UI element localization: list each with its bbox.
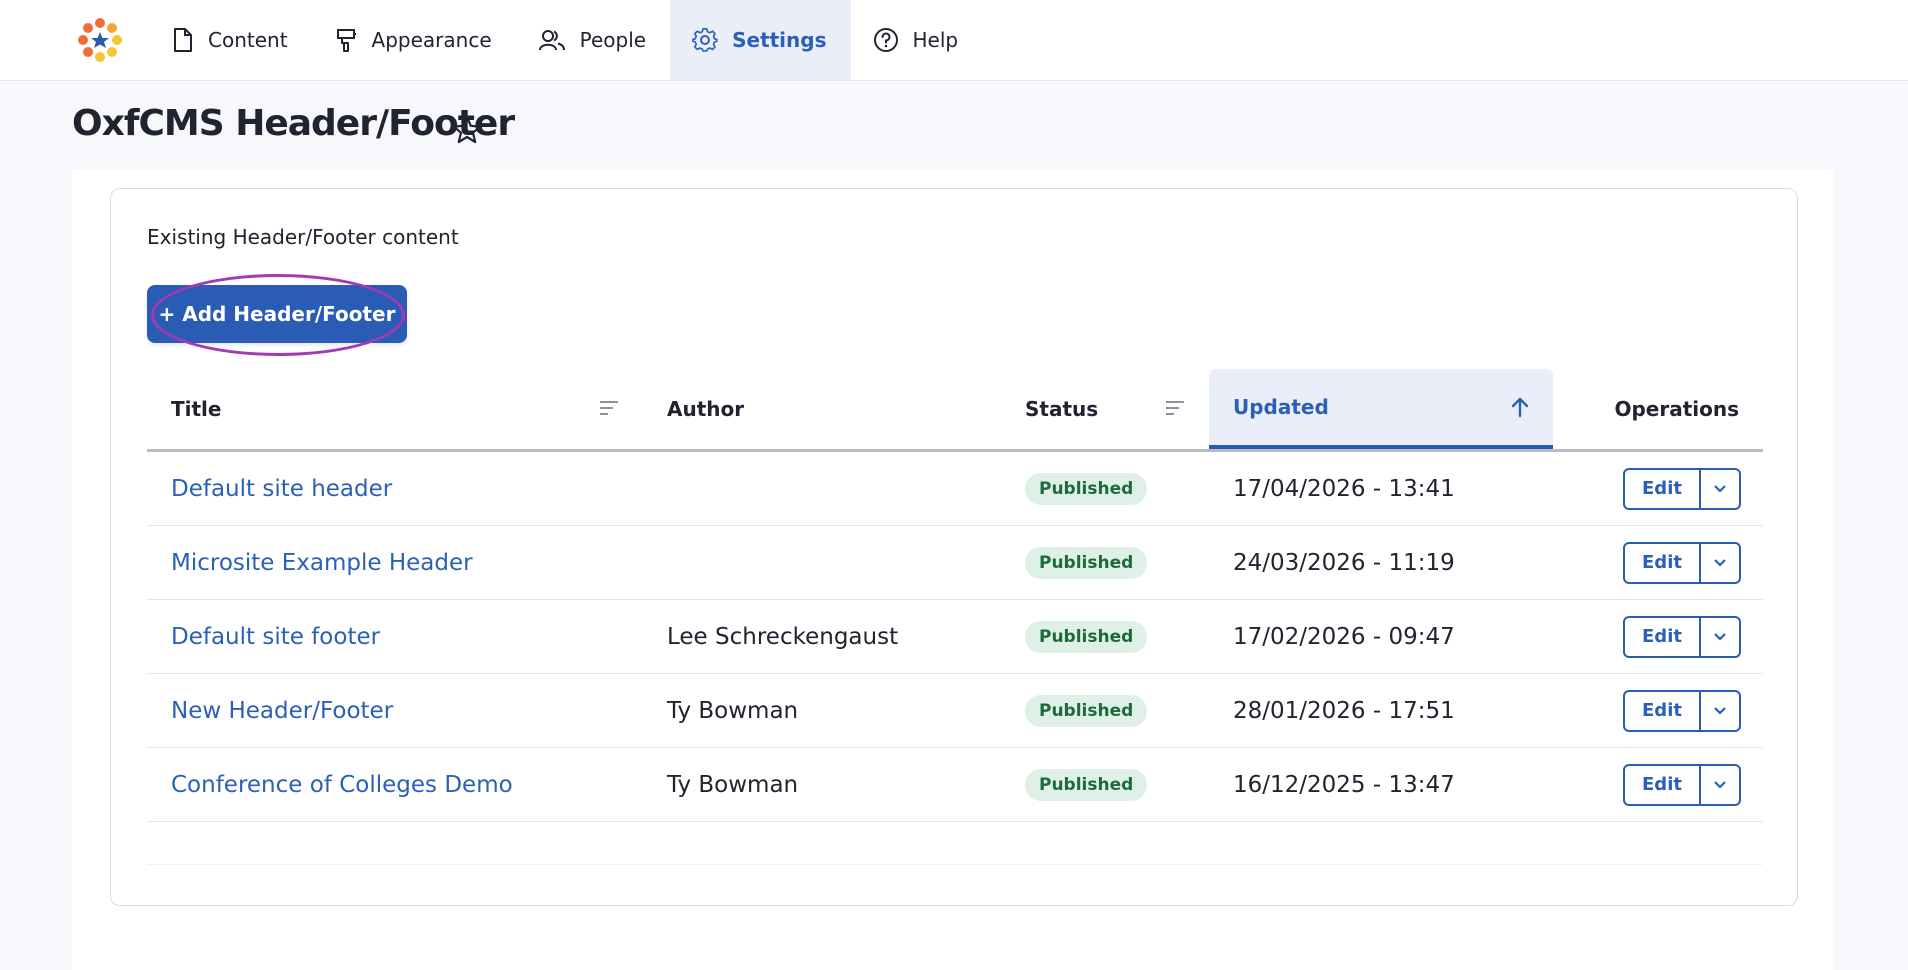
row-updated: 17/02/2026 - 09:47: [1233, 623, 1455, 650]
status-badge: Published: [1025, 472, 1148, 505]
nav-item-content[interactable]: Content: [150, 0, 312, 80]
column-header-operations: Operations: [1553, 369, 1763, 449]
table-header: Title Author Status Updated Operations: [147, 369, 1763, 452]
column-header-author: Author: [667, 369, 967, 449]
table-row: Default site footer Lee Schreckengaust P…: [147, 600, 1763, 674]
document-icon: [174, 28, 192, 52]
row-author: Lee Schreckengaust: [667, 623, 899, 650]
nav-item-label: Settings: [732, 28, 827, 52]
gear-icon: [692, 28, 718, 52]
row-updated: 24/03/2026 - 11:19: [1233, 549, 1455, 576]
chevron-down-icon: [1714, 484, 1726, 493]
sort-lines-icon[interactable]: [599, 399, 619, 417]
star-icon[interactable]: [452, 115, 482, 145]
nav-item-settings[interactable]: Settings: [670, 0, 851, 80]
operations-dropbutton: Edit: [1623, 615, 1741, 658]
row-author: Ty Bowman: [667, 697, 799, 724]
nav-item-label: Help: [912, 28, 959, 52]
operations-toggle[interactable]: [1701, 766, 1739, 804]
status-badge: Published: [1025, 546, 1148, 579]
people-icon: [538, 30, 565, 51]
status-badge: Published: [1025, 694, 1148, 727]
column-operations-label: Operations: [1614, 397, 1739, 421]
table-row: Microsite Example Header Published 24/03…: [147, 526, 1763, 600]
nav-item-label: Appearance: [371, 28, 492, 52]
edit-button[interactable]: Edit: [1625, 765, 1701, 804]
sort-lines-icon[interactable]: [1165, 399, 1185, 417]
operations-dropbutton: Edit: [1623, 689, 1741, 732]
table-row: Conference of Colleges Demo Ty Bowman Pu…: [147, 748, 1763, 822]
row-title-link[interactable]: Conference of Colleges Demo: [171, 772, 513, 798]
help-icon: [873, 28, 898, 52]
column-title-label: Title: [171, 397, 222, 421]
operations-dropbutton: Edit: [1623, 467, 1741, 510]
column-author-label: Author: [667, 397, 745, 421]
chevron-down-icon: [1714, 706, 1726, 715]
operations-toggle[interactable]: [1701, 470, 1739, 508]
row-updated: 16/12/2025 - 13:47: [1233, 771, 1455, 798]
brush-icon: [336, 29, 356, 52]
status-badge: Published: [1025, 620, 1148, 653]
nav-item-help[interactable]: Help: [851, 0, 983, 80]
column-updated-label: Updated: [1233, 395, 1329, 419]
content-table: Title Author Status Updated Operations D…: [147, 369, 1763, 822]
row-title-link[interactable]: New Header/Footer: [171, 698, 393, 724]
site-logo-icon[interactable]: [75, 15, 125, 65]
row-title-link[interactable]: Default site footer: [171, 624, 380, 650]
content-card: Existing Header/Footer content + Add Hea…: [110, 188, 1798, 906]
row-title-link[interactable]: Default site header: [171, 476, 392, 502]
row-title-link[interactable]: Microsite Example Header: [171, 550, 473, 576]
edit-button[interactable]: Edit: [1625, 691, 1701, 730]
operations-toggle[interactable]: [1701, 618, 1739, 656]
edit-button[interactable]: Edit: [1625, 543, 1701, 582]
row-updated: 28/01/2026 - 17:51: [1233, 697, 1455, 724]
chevron-down-icon: [1714, 632, 1726, 641]
operations-dropbutton: Edit: [1623, 763, 1741, 806]
page-title: OxfCMS Header/Footer: [72, 103, 515, 144]
nav-item-people[interactable]: People: [516, 0, 670, 80]
operations-dropbutton: Edit: [1623, 541, 1741, 584]
page-header: OxfCMS Header/Footer: [0, 81, 1908, 170]
table-row: New Header/Footer Ty Bowman Published 28…: [147, 674, 1763, 748]
arrow-up-icon: [1511, 397, 1529, 418]
row-author: Ty Bowman: [667, 771, 799, 798]
edit-button[interactable]: Edit: [1625, 617, 1701, 656]
table-divider: [147, 864, 1763, 865]
add-header-footer-button[interactable]: + Add Header/Footer: [147, 285, 407, 343]
row-updated: 17/04/2026 - 13:41: [1233, 475, 1455, 502]
column-status-label: Status: [1025, 397, 1099, 421]
table-row: Default site header Published 17/04/2026…: [147, 452, 1763, 526]
operations-toggle[interactable]: [1701, 544, 1739, 582]
main-nav: Content Appearance People Settings Help: [150, 0, 982, 80]
column-header-updated[interactable]: Updated: [1209, 369, 1553, 449]
nav-item-label: People: [579, 28, 647, 52]
operations-toggle[interactable]: [1701, 692, 1739, 730]
status-badge: Published: [1025, 768, 1148, 801]
edit-button[interactable]: Edit: [1625, 469, 1701, 508]
column-header-status[interactable]: Status: [1025, 369, 1185, 449]
chevron-down-icon: [1714, 780, 1726, 789]
chevron-down-icon: [1714, 558, 1726, 567]
nav-item-appearance[interactable]: Appearance: [312, 0, 516, 80]
nav-item-label: Content: [208, 28, 288, 52]
top-navigation: Content Appearance People Settings Help: [0, 0, 1908, 81]
section-label: Existing Header/Footer content: [147, 225, 459, 249]
column-header-title[interactable]: Title: [171, 369, 641, 449]
